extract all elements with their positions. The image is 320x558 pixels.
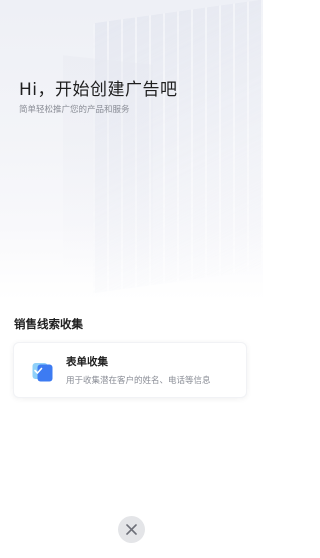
card-description: 用于收集潜在客户的姓名、电话等信息 <box>66 376 211 386</box>
close-icon <box>126 524 137 535</box>
section-title: 销售线索收集 <box>14 317 83 331</box>
form-icon <box>31 360 55 384</box>
page-title: Hi，开始创建广告吧 <box>19 80 178 100</box>
form-collection-card[interactable]: 表单收集 用于收集潜在客户的姓名、电话等信息 <box>13 342 247 398</box>
page-subtitle: 简单轻松推广您的产品和服务 <box>19 105 130 115</box>
hero-background <box>0 0 263 300</box>
close-button[interactable] <box>118 516 145 543</box>
card-title: 表单收集 <box>66 356 108 368</box>
